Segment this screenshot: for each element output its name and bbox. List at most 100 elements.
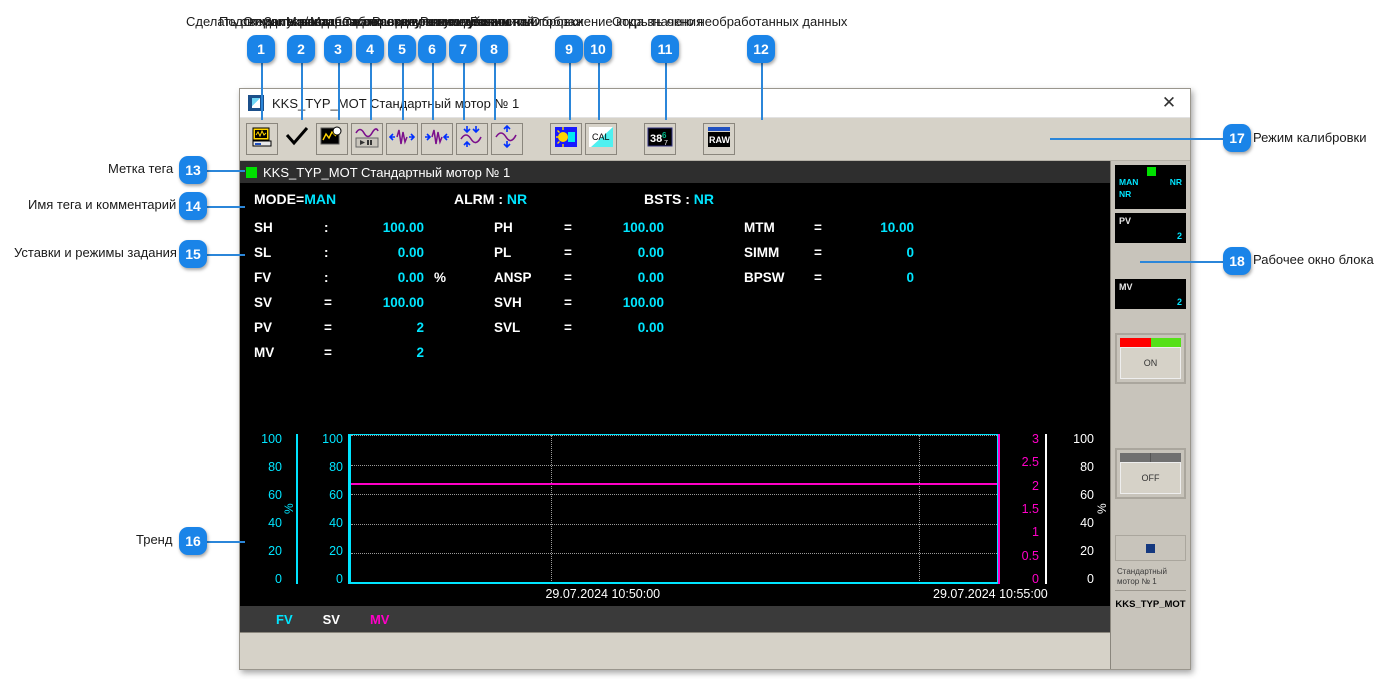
parameter-operator: = (564, 220, 572, 235)
legend-item-sv[interactable]: SV (323, 612, 340, 627)
parameter-value[interactable]: 2 (350, 320, 424, 335)
diagnostic-button[interactable] (550, 123, 582, 155)
grid-line-h (351, 494, 997, 496)
value-expand-button[interactable] (491, 123, 523, 155)
parameter-value[interactable]: 0.00 (590, 320, 664, 335)
tag-header-label: KKS_TYP_MOT Стандартный мотор № 1 (263, 164, 511, 180)
callout-line-10 (598, 59, 600, 120)
callout-label-row: Сделать снимок экрана Подтвердить ввод Отк… (0, 12, 1390, 34)
callout-line-2 (301, 59, 303, 120)
parameter-label: SVL (494, 320, 521, 335)
open-trend-button[interactable] (316, 123, 348, 155)
panel-status-marker-icon (1147, 167, 1156, 176)
parameter-operator: = (324, 295, 332, 310)
grid-line-h (351, 464, 997, 466)
parameter-value[interactable]: 0 (840, 245, 914, 260)
time-compress-icon (388, 126, 416, 153)
svg-text:38: 38 (650, 133, 662, 145)
callout-marker-6: 6 (418, 35, 446, 63)
mode-value[interactable]: MAN (304, 191, 336, 207)
close-icon[interactable]: ✕ (1152, 90, 1186, 116)
parameter-value[interactable]: 0.00 (590, 245, 664, 260)
parameter-row-ansp: ANSP = 0.00 (494, 265, 744, 290)
parameter-label: FV (254, 270, 272, 285)
trend-run-button[interactable] (351, 123, 383, 155)
callout-line-14 (207, 206, 245, 208)
parameter-value[interactable]: 0.00 (350, 270, 424, 285)
parameter-value[interactable]: 100.00 (350, 220, 424, 235)
parameter-value[interactable]: 100.00 (590, 295, 664, 310)
trend-series-mv (351, 483, 997, 486)
trend-axis-right-outer: 100 80 60 40 20 0 (1052, 432, 1094, 586)
axis-tick: 80 (329, 460, 343, 474)
callout-marker-14: 14 (179, 192, 207, 220)
panel-mv-box: MV 2 (1115, 279, 1186, 309)
panel-mode-value: MAN (1119, 177, 1139, 187)
trend-legend: FV SV MV (240, 606, 1110, 632)
parameter-operator: = (814, 245, 822, 260)
svg-text:7: 7 (664, 140, 668, 147)
trend-series-fv (351, 581, 997, 584)
parameter-value[interactable]: 0 (840, 270, 914, 285)
panel-pv-box: PV 2 (1115, 213, 1186, 243)
trend-plot[interactable] (350, 434, 998, 584)
parameter-label: SV (254, 295, 273, 310)
time-zoom-in-button[interactable] (421, 123, 453, 155)
callout-line-13 (207, 170, 245, 172)
confirm-button[interactable] (281, 123, 313, 155)
parameter-value[interactable]: 10.00 (840, 220, 914, 235)
parameter-value[interactable]: 100.00 (590, 220, 664, 235)
on-state-bar (1120, 338, 1181, 347)
time-zoom-out-button[interactable] (386, 123, 418, 155)
trend-axis-right-inner: 3 2.5 2 1.5 1 0.5 0 (1005, 432, 1039, 586)
trend-tickbar-left-outer (296, 432, 303, 586)
screenshot-button[interactable] (246, 123, 278, 155)
tag-header: KKS_TYP_MOT Стандартный мотор № 1 (240, 161, 1110, 183)
legend-item-fv[interactable]: FV (276, 612, 293, 627)
toolbar: CAL 38 6 7 RAW (240, 118, 1190, 161)
parameter-value[interactable]: 2 (350, 345, 424, 360)
value-compress-button[interactable] (456, 123, 488, 155)
panel-spacer-4 (1115, 503, 1186, 531)
monitor-screenshot-icon (251, 126, 273, 153)
on-command-button[interactable]: ON (1115, 333, 1186, 384)
window-title: KKS_TYP_MOT Стандартный мотор № 1 (272, 95, 520, 111)
axis-tick: 20 (329, 544, 343, 558)
callout-line-17 (1050, 138, 1223, 140)
parameter-value[interactable]: 100.00 (350, 295, 424, 310)
parameter-row-ph: PH = 100.00 (494, 215, 744, 240)
axis-tick: 20 (268, 544, 282, 558)
legend-item-mv[interactable]: MV (370, 612, 390, 627)
parameter-operator: = (814, 220, 822, 235)
callout-marker-4: 4 (356, 35, 384, 63)
parameter-value[interactable]: 0.00 (350, 245, 424, 260)
parameter-label: SVH (494, 295, 522, 310)
parameter-grid: SH: 100.00 SL: 0.00 FV: 0.00% SV = 100.00 PV = 2 MV =… (240, 215, 1110, 365)
cal-icon: CAL (588, 126, 614, 153)
parameter-operator: = (324, 320, 332, 335)
off-command-button[interactable]: OFF (1115, 448, 1186, 499)
status-bar (240, 632, 1110, 669)
mode-row: MODE=MAN ALRM : NR BSTS : NR (240, 191, 1110, 215)
callout-marker-17: 17 (1223, 124, 1251, 152)
raw-data-button[interactable]: RAW (703, 123, 735, 155)
callout-line-15 (207, 254, 245, 256)
axis-tick: 100 (261, 432, 282, 446)
parameter-value[interactable]: 0.00 (590, 270, 664, 285)
parameter-row-bpsw: BPSW = 0 (744, 265, 974, 290)
parameter-row-sv: SV = 100.00 (254, 290, 494, 315)
panel-bsts-value: NR (1119, 189, 1132, 199)
grid-line-h (351, 435, 997, 436)
calibration-button[interactable]: CAL (585, 123, 617, 155)
parameter-label: SH (254, 220, 273, 235)
code-value-button[interactable]: 38 6 7 (644, 123, 676, 155)
callout-line-3 (338, 59, 340, 120)
block-selector-button[interactable] (1115, 535, 1186, 561)
callout-line-18 (1140, 261, 1223, 263)
svg-text:6: 6 (662, 131, 667, 140)
callout-line-8 (494, 59, 496, 120)
bsts-value: NR (693, 191, 715, 207)
parameter-column-3: MTM = 10.00 SIMM = 0 BPSW = 0 (744, 215, 974, 365)
axis-tick: 60 (268, 488, 282, 502)
callout-line-16 (207, 541, 245, 543)
